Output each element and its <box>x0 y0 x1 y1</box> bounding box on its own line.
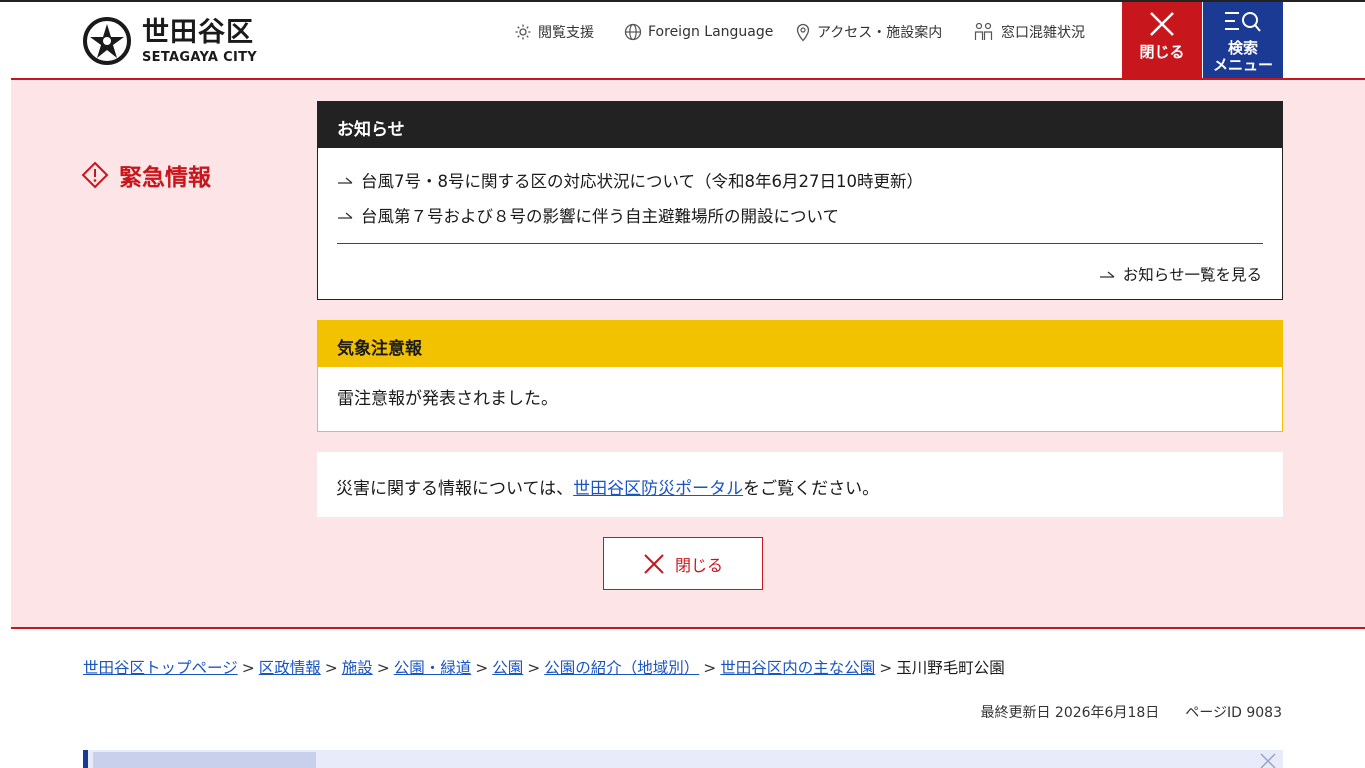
header-close-button[interactable]: 閉じる <box>1122 2 1202 82</box>
menu-label-2: メニュー <box>1212 55 1273 74</box>
menu-label-1: 検索 <box>1227 39 1258 57</box>
page-id: ページID 9083 <box>1185 705 1282 721</box>
search-menu-icon <box>1225 12 1261 32</box>
close-label: 閉じる <box>1139 43 1185 61</box>
emergency-panel: 緊急情報 お知らせ 台風7号・8号に関する区の対応状況について（令和8年6月27… <box>11 78 1365 629</box>
breadcrumb-current: 玉川野毛町公園 <box>896 659 1005 677</box>
logo-english: SETAGAYA CITY <box>142 49 257 65</box>
disaster-info-box: 災害に関する情報については、世田谷区防災ポータルをご覧ください。 <box>317 452 1283 517</box>
access-facility-link[interactable]: アクセス・施設案内 <box>795 22 942 42</box>
notice-more-link[interactable]: お知らせ一覧を見る <box>1099 263 1262 285</box>
weather-advisory-box: 気象注意報 雷注意報が発表されました。 <box>317 320 1283 432</box>
notice-heading: お知らせ <box>318 102 1282 148</box>
map-pin-icon <box>796 23 810 41</box>
setagaya-emblem-icon <box>83 17 131 65</box>
breadcrumb-link[interactable]: 世田谷区内の主な公園 <box>720 659 875 677</box>
breadcrumb-separator: > <box>324 659 338 677</box>
weather-body: 雷注意報が発表されました。 <box>337 389 558 409</box>
breadcrumb-link[interactable]: 公園 <box>492 659 523 677</box>
breadcrumb-separator: > <box>475 659 489 677</box>
util-label: 閲覧支援 <box>538 25 594 41</box>
util-label: アクセス・施設案内 <box>817 25 943 41</box>
util-label: Foreign Language <box>648 24 774 40</box>
breadcrumb-separator: > <box>879 659 893 677</box>
divider <box>337 243 1263 244</box>
site-logo[interactable]: 世田谷区 SETAGAYA CITY <box>82 16 257 66</box>
breadcrumb-link[interactable]: 区政情報 <box>259 659 321 677</box>
accessibility-support-link[interactable]: 閲覧支援 <box>514 22 594 42</box>
last-updated: 最終更新日 2026年6月18日 <box>980 705 1160 721</box>
close-icon <box>1150 12 1174 36</box>
close-label: 閉じる <box>674 555 723 575</box>
site-header: 世田谷区 SETAGAYA CITY 閲覧支援 Foreign Language… <box>0 0 1365 82</box>
counter-congestion-link[interactable]: 窓口混雑状況 <box>973 22 1085 42</box>
arrow-right-icon <box>338 212 353 219</box>
globe-icon <box>624 23 642 41</box>
people-icon <box>974 22 993 40</box>
arrow-right-icon <box>1099 271 1115 278</box>
notice-more-label[interactable]: お知らせ一覧を見る <box>1123 263 1262 285</box>
close-icon <box>644 553 664 574</box>
breadcrumb-separator: > <box>376 659 390 677</box>
notice-item[interactable]: 台風第７号および８号の影響に伴う自主避難場所の開設について <box>337 197 1263 232</box>
breadcrumb-link[interactable]: 公園の紹介（地域別） <box>544 659 699 677</box>
content-tab[interactable] <box>93 752 316 768</box>
gear-icon <box>515 24 531 40</box>
search-menu-button[interactable]: 検索 メニュー <box>1203 2 1283 82</box>
foreign-language-link[interactable]: Foreign Language <box>624 23 773 41</box>
notice-item-text[interactable]: 台風7号・8号に関する区の対応状況について（令和8年6月27日10時更新） <box>361 168 923 192</box>
disaster-portal-link[interactable]: 世田谷区防災ポータル <box>573 479 743 499</box>
emergency-title: 緊急情報 <box>81 158 211 192</box>
breadcrumb-link[interactable]: 公園・緑道 <box>394 659 472 677</box>
info-text-before: 災害に関する情報については、 <box>336 479 574 499</box>
notice-item[interactable]: 台風7号・8号に関する区の対応状況について（令和8年6月27日10時更新） <box>337 162 1263 197</box>
info-text-after: をご覧ください。 <box>743 479 880 499</box>
notice-box: お知らせ 台風7号・8号に関する区の対応状況について（令和8年6月27日10時更… <box>317 101 1283 300</box>
emergency-title-text: 緊急情報 <box>119 165 211 191</box>
content-tab-strip <box>83 750 1283 768</box>
breadcrumb-separator: > <box>703 659 717 677</box>
logo-japanese: 世田谷区 <box>142 16 254 48</box>
warning-diamond-icon <box>81 161 109 189</box>
emergency-close-button[interactable]: 閉じる <box>603 537 763 590</box>
breadcrumb: 世田谷区トップページ > 区政情報 > 施設 > 公園・緑道 > 公園 > 公園の紹介（地域別） > 世… <box>83 656 1005 678</box>
breadcrumb-separator: > <box>241 659 255 677</box>
notice-list: 台風7号・8号に関する区の対応状況について（令和8年6月27日10時更新） 台風… <box>318 148 1282 232</box>
util-label: 窓口混雑状況 <box>1001 25 1085 41</box>
breadcrumb-link[interactable]: 施設 <box>342 659 373 677</box>
weather-heading: 気象注意報 <box>318 321 1282 367</box>
breadcrumb-link[interactable]: 世田谷区トップページ <box>83 659 238 677</box>
close-icon[interactable] <box>1253 750 1283 768</box>
page-meta: 最終更新日 2026年6月18日 ページID 9083 <box>980 702 1282 722</box>
notice-item-text[interactable]: 台風第７号および８号の影響に伴う自主避難場所の開設について <box>361 203 839 227</box>
arrow-right-icon <box>338 177 353 184</box>
breadcrumb-separator: > <box>527 659 541 677</box>
